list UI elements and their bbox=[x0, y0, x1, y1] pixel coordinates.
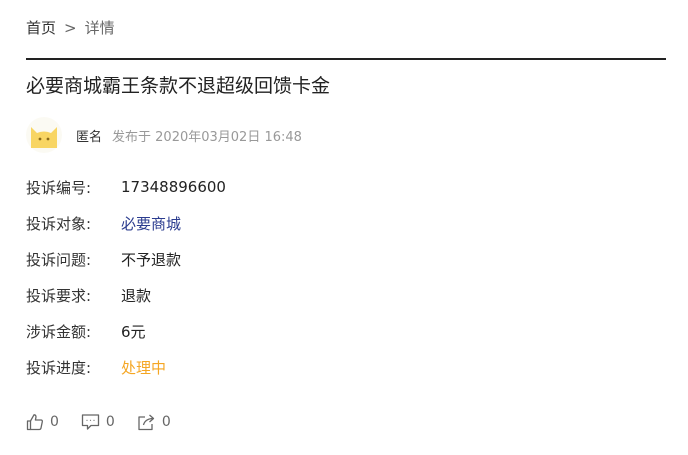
author-name: 匿名 bbox=[76, 129, 103, 145]
field-label: 投诉问题: bbox=[26, 250, 92, 269]
like-count: 0 bbox=[50, 414, 59, 430]
comment-count: 0 bbox=[105, 414, 115, 430]
field-complaint-amount: 涉诉金额: 6元 bbox=[26, 321, 146, 341]
post-time: 发布于 2020年03月02日 16:48 bbox=[112, 129, 302, 145]
breadcrumb-current: 详情 bbox=[84, 19, 115, 37]
breadcrumb-home-link[interactable]: 首页 bbox=[26, 17, 56, 38]
breadcrumb-separator: > bbox=[64, 18, 77, 37]
like-button[interactable]: 0 bbox=[26, 413, 59, 431]
avatar[interactable] bbox=[26, 117, 62, 153]
divider bbox=[26, 58, 666, 60]
field-label: 涉诉金额: bbox=[26, 322, 92, 341]
status-badge: 处理中 bbox=[121, 358, 167, 377]
field-label: 投诉编号: bbox=[26, 178, 92, 197]
field-label: 投诉进度: bbox=[26, 358, 92, 377]
field-complaint-id: 投诉编号: 17348896600 bbox=[26, 177, 226, 197]
field-complaint-target: 投诉对象: 必要商城 bbox=[26, 213, 181, 233]
field-value: 退款 bbox=[121, 286, 152, 305]
breadcrumb: 首页 > 详情 bbox=[26, 17, 115, 38]
field-value: 6元 bbox=[121, 322, 146, 341]
author-row: 匿名 发布于 2020年03月02日 16:48 bbox=[26, 116, 302, 154]
action-bar: 0 0 0 bbox=[26, 413, 193, 431]
field-label: 投诉对象: bbox=[26, 214, 92, 233]
complaint-title: 必要商城霸王条款不退超级回馈卡金 bbox=[26, 75, 331, 97]
field-complaint-progress: 投诉进度: 处理中 bbox=[26, 357, 166, 377]
share-count: 0 bbox=[161, 414, 171, 430]
cat-avatar-icon bbox=[31, 127, 57, 148]
field-complaint-issue: 投诉问题: 不予退款 bbox=[26, 249, 181, 269]
field-value: 17348896600 bbox=[121, 178, 226, 196]
field-complaint-request: 投诉要求: 退款 bbox=[26, 285, 151, 305]
share-button[interactable]: 0 bbox=[137, 413, 171, 431]
thumbs-up-icon bbox=[26, 414, 43, 431]
field-label: 投诉要求: bbox=[26, 286, 92, 305]
comment-button[interactable]: 0 bbox=[81, 413, 115, 431]
field-value: 不予退款 bbox=[121, 250, 182, 269]
share-icon bbox=[138, 414, 154, 431]
comment-icon bbox=[81, 414, 100, 430]
complaint-target-link[interactable]: 必要商城 bbox=[121, 213, 181, 234]
